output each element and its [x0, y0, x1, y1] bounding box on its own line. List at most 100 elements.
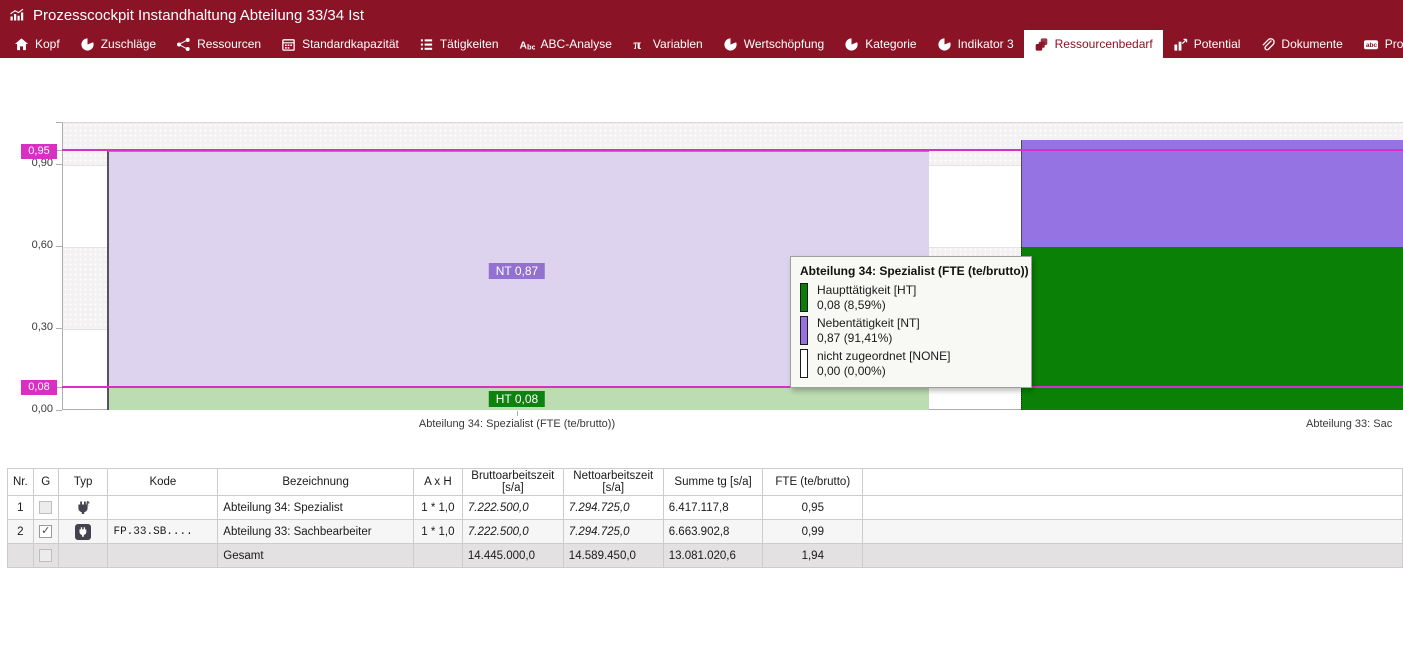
- ref-value-badge-095: 0,95: [21, 144, 57, 159]
- cell-summe: 6.417.117,8: [663, 496, 763, 520]
- tab-ressourcen[interactable]: Ressourcen: [166, 30, 271, 58]
- cell-nr: 2: [8, 520, 34, 544]
- tab-zuschlaege[interactable]: Zuschläge: [70, 30, 166, 58]
- tab-dokumente[interactable]: Dokumente: [1250, 30, 1352, 58]
- x-axis-label-abt33: Abteilung 33: Sac: [1306, 418, 1392, 430]
- tab-label: Indikator 3: [958, 37, 1014, 51]
- nt-swatch-icon: [800, 316, 808, 345]
- cell-kode: [108, 496, 218, 520]
- nt-segment-label: NT 0,87: [489, 263, 545, 279]
- table-header-row: Nr. G Typ Kode Bezeichnung A x H Bruttoa…: [8, 469, 1403, 496]
- tab-label: Standardkapazität: [302, 37, 399, 51]
- tab-prozessbeschreibung[interactable]: abc Prozessbeschreibung: [1353, 30, 1403, 58]
- ht-swatch-icon: [800, 283, 808, 312]
- tab-label: Zuschläge: [101, 37, 156, 51]
- cell-bezeichnung: Gesamt: [218, 544, 414, 568]
- tab-kopf[interactable]: Kopf: [4, 30, 70, 58]
- ht-segment-label: HT 0,08: [489, 391, 545, 407]
- none-swatch-icon: [800, 349, 808, 378]
- cell-brutto: 7.222.500,0: [462, 520, 563, 544]
- pi-icon: π: [632, 37, 647, 52]
- tab-label: Variablen: [653, 37, 703, 51]
- cell-netto: 14.589.450,0: [563, 544, 663, 568]
- x-axis-label-abt34: Abteilung 34: Spezialist (FTE (te/brutto…: [317, 418, 717, 430]
- resource-table: Nr. G Typ Kode Bezeichnung A x H Bruttoa…: [7, 468, 1403, 568]
- tooltip-entry: nicht zugeordnet [NONE] 0,00 (0,00%): [800, 349, 1022, 379]
- plug-icon: [75, 500, 91, 516]
- col-header-brutto: Bruttoarbeitszeit [s/a]: [462, 469, 563, 496]
- svg-text:bc: bc: [527, 42, 535, 51]
- cell-brutto: 14.445.000,0: [462, 544, 563, 568]
- pie-icon: [80, 37, 95, 52]
- tooltip-entry-value: 0,87 (91,41%): [817, 331, 920, 346]
- tab-ressourcenbedarf[interactable]: Ressourcenbedarf: [1024, 30, 1163, 58]
- tooltip-entry-value: 0,08 (8,59%): [817, 298, 916, 313]
- row-checkbox[interactable]: [39, 501, 52, 514]
- tab-potential[interactable]: Potential: [1163, 30, 1251, 58]
- tooltip-title: Abteilung 34: Spezialist (FTE (te/brutto…: [800, 264, 1022, 278]
- tab-wertschoepfung[interactable]: Wertschöpfung: [713, 30, 835, 58]
- row-checkbox[interactable]: [39, 549, 52, 562]
- pie-icon: [723, 37, 738, 52]
- home-icon: [14, 37, 29, 52]
- app-window: Prozesscockpit Instandhaltung Abteilung …: [0, 0, 1403, 645]
- cell-fte: 0,99: [763, 520, 863, 544]
- cell-netto: 7.294.725,0: [563, 520, 663, 544]
- pie-icon: [844, 37, 859, 52]
- tab-kategorie[interactable]: Kategorie: [834, 30, 926, 58]
- bar-abt33-nebentaetigkeit[interactable]: [1021, 140, 1403, 247]
- tab-standardkapazitaet[interactable]: Standardkapazität: [271, 30, 409, 58]
- tooltip-entry-label: nicht zugeordnet [NONE]: [817, 349, 950, 364]
- tab-label: Wertschöpfung: [744, 37, 825, 51]
- bar-chart-arrow-icon: [1173, 37, 1188, 52]
- tab-label: Kopf: [35, 37, 60, 51]
- col-header-netto: Nettoarbeitszeit [s/a]: [563, 469, 663, 496]
- cell-kode: [108, 544, 218, 568]
- cell-fte: 0,95: [763, 496, 863, 520]
- abc-icon: Abc: [519, 37, 535, 52]
- col-header-summe: Summe tg [s/a]: [663, 469, 763, 496]
- cell-filler: [863, 496, 1403, 520]
- y-axis-tick: [56, 410, 62, 411]
- cell-bezeichnung: Abteilung 34: Spezialist: [218, 496, 414, 520]
- table-row: 1 Abteilung 34: Spezialist 1 * 1,0 7.222…: [8, 496, 1403, 520]
- cell-nr: 1: [8, 496, 34, 520]
- abc-badge-icon: abc: [1363, 37, 1379, 52]
- tab-abc-analyse[interactable]: Abc ABC-Analyse: [509, 30, 622, 58]
- cell-axh: [413, 544, 462, 568]
- plug-badge-icon: [75, 524, 91, 540]
- tab-label: ABC-Analyse: [541, 37, 612, 51]
- ref-line-008: [62, 386, 1403, 388]
- y-axis-label-060: 0,60: [0, 239, 53, 251]
- tab-indikator-3[interactable]: Indikator 3: [927, 30, 1024, 58]
- window-title: Prozesscockpit Instandhaltung Abteilung …: [33, 7, 364, 24]
- cell-filler: [863, 544, 1403, 568]
- cell-netto: 7.294.725,0: [563, 496, 663, 520]
- tooltip-entry: Haupttätigkeit [HT] 0,08 (8,59%): [800, 283, 1022, 313]
- col-header-g: G: [33, 469, 58, 496]
- y-axis-label-030: 0,30: [0, 321, 53, 333]
- tab-bar: Kopf Zuschläge Ressourcen Standardkapazi…: [0, 30, 1403, 58]
- stacked-cubes-icon: [1034, 37, 1049, 52]
- tooltip-entry-value: 0,00 (0,00%): [817, 364, 950, 379]
- chart-tooltip: Abteilung 34: Spezialist (FTE (te/brutto…: [790, 256, 1032, 388]
- cell-kode: FP.33.SB....: [108, 520, 218, 544]
- table-row: 2 ✓ FP.33.SB.... Abteilung 33: Sachbearb…: [8, 520, 1403, 544]
- row-checkbox[interactable]: ✓: [39, 525, 52, 538]
- tab-label: Tätigkeiten: [440, 37, 499, 51]
- tab-label: Prozessbeschreibung: [1385, 37, 1403, 51]
- col-header-axh: A x H: [413, 469, 462, 496]
- paperclip-icon: [1260, 37, 1275, 52]
- col-header-nr: Nr.: [8, 469, 34, 496]
- table-total-row: Gesamt 14.445.000,0 14.589.450,0 13.081.…: [8, 544, 1403, 568]
- tab-taetigkeiten[interactable]: Tätigkeiten: [409, 30, 509, 58]
- ref-value-badge-008: 0,08: [21, 380, 57, 395]
- x-axis-tick: [517, 411, 518, 416]
- col-header-kode: Kode: [108, 469, 218, 496]
- share-nodes-icon: [176, 37, 191, 52]
- col-header-fte: FTE (te/brutto): [763, 469, 863, 496]
- cell-filler: [863, 520, 1403, 544]
- tab-label: Ressourcenbedarf: [1055, 37, 1153, 51]
- tab-variablen[interactable]: π Variablen: [622, 30, 713, 58]
- cell-bezeichnung: Abteilung 33: Sachbearbeiter: [218, 520, 414, 544]
